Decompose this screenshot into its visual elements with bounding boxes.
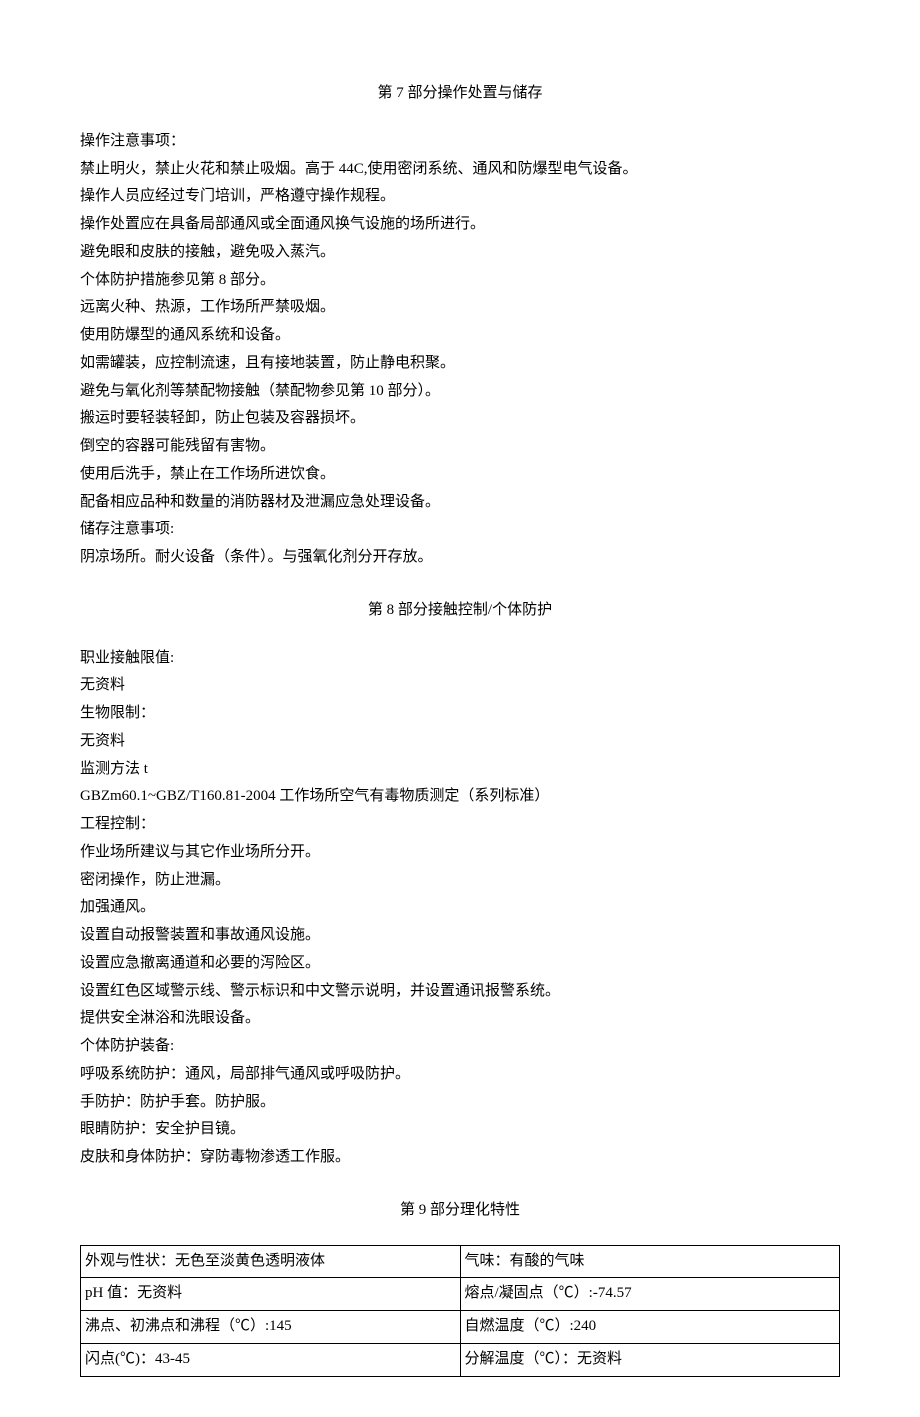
section-9-title: 第 9 部分理化特性 [80, 1197, 840, 1225]
section-8-line: 职业接触限值: [80, 645, 840, 673]
section-8-content: 职业接触限值: 无资料 生物限制： 无资料 监测方法 t GBZm60.1~GB… [80, 645, 840, 1172]
section-7-line: 远离火种、热源，工作场所严禁吸烟。 [80, 294, 840, 322]
section-8-line: 工程控制： [80, 811, 840, 839]
section-7-line: 避免眼和皮肤的接触，避免吸入蒸汽。 [80, 239, 840, 267]
section-7-line: 个体防护措施参见第 8 部分。 [80, 267, 840, 295]
table-cell: 熔点/凝固点（℃）:-74.57 [460, 1278, 840, 1311]
table-cell: 分解温度（℃）：无资料 [460, 1343, 840, 1376]
section-7-line: 禁止明火，禁止火花和禁止吸烟。高于 44C,使用密闭系统、通风和防爆型电气设备。 [80, 156, 840, 184]
table-cell: 气味：有酸的气味 [460, 1245, 840, 1278]
section-7-line: 搬运时要轻装轻卸，防止包装及容器损坏。 [80, 405, 840, 433]
section-7-line: 倒空的容器可能残留有害物。 [80, 433, 840, 461]
section-7-line: 阴凉场所。耐火设备（条件）。与强氧化剂分开存放。 [80, 544, 840, 572]
section-8-line: 无资料 [80, 672, 840, 700]
section-8-line: 无资料 [80, 728, 840, 756]
section-7-content: 操作注意事项： 禁止明火，禁止火花和禁止吸烟。高于 44C,使用密闭系统、通风和… [80, 128, 840, 572]
section-8-line: GBZm60.1~GBZ/T160.81-2004 工作场所空气有毒物质测定（系… [80, 783, 840, 811]
table-row: pH 值：无资料 熔点/凝固点（℃）:-74.57 [81, 1278, 840, 1311]
section-8-line: 设置自动报警装置和事故通风设施。 [80, 922, 840, 950]
table-cell: 闪点(℃)：43-45 [81, 1343, 461, 1376]
table-cell: 外观与性状：无色至淡黄色透明液体 [81, 1245, 461, 1278]
table-cell: 自燃温度（℃）:240 [460, 1311, 840, 1344]
section-8-line: 设置应急撤离通道和必要的泻险区。 [80, 950, 840, 978]
section-8-line: 生物限制： [80, 700, 840, 728]
section-9-table: 外观与性状：无色至淡黄色透明液体 气味：有酸的气味 pH 值：无资料 熔点/凝固… [80, 1245, 840, 1377]
section-7-line: 操作处置应在具备局部通风或全面通风换气设施的场所进行。 [80, 211, 840, 239]
section-7-line: 避免与氧化剂等禁配物接触（禁配物参见第 10 部分）。 [80, 378, 840, 406]
section-8-line: 个体防护装备: [80, 1033, 840, 1061]
table-row: 闪点(℃)：43-45 分解温度（℃）：无资料 [81, 1343, 840, 1376]
table-cell: 沸点、初沸点和沸程（℃）:145 [81, 1311, 461, 1344]
section-8-line: 作业场所建议与其它作业场所分开。 [80, 839, 840, 867]
section-7-line: 使用防爆型的通风系统和设备。 [80, 322, 840, 350]
table-row: 外观与性状：无色至淡黄色透明液体 气味：有酸的气味 [81, 1245, 840, 1278]
section-7-line: 储存注意事项: [80, 516, 840, 544]
section-8-title: 第 8 部分接触控制/个体防护 [80, 597, 840, 625]
section-7-line: 配备相应品种和数量的消防器材及泄漏应急处理设备。 [80, 489, 840, 517]
section-7-line: 操作注意事项： [80, 128, 840, 156]
section-8-line: 呼吸系统防护：通风，局部排气通风或呼吸防护。 [80, 1061, 840, 1089]
section-7-line: 操作人员应经过专门培训，严格遵守操作规程。 [80, 183, 840, 211]
section-7-line: 如需罐装，应控制流速，且有接地装置，防止静电积聚。 [80, 350, 840, 378]
section-8-line: 眼睛防护：安全护目镜。 [80, 1116, 840, 1144]
section-8-line: 手防护：防护手套。防护服。 [80, 1089, 840, 1117]
table-cell: pH 值：无资料 [81, 1278, 461, 1311]
section-8-line: 设置红色区域警示线、警示标识和中文警示说明，并设置通讯报警系统。 [80, 978, 840, 1006]
section-8-line: 皮肤和身体防护：穿防毒物渗透工作服。 [80, 1144, 840, 1172]
section-8-line: 提供安全淋浴和洗眼设备。 [80, 1005, 840, 1033]
section-7-title: 第 7 部分操作处置与储存 [80, 80, 840, 108]
section-8-line: 密闭操作，防止泄漏。 [80, 867, 840, 895]
section-8-line: 加强通风。 [80, 894, 840, 922]
section-7-line: 使用后洗手，禁止在工作场所进饮食。 [80, 461, 840, 489]
table-row: 沸点、初沸点和沸程（℃）:145 自燃温度（℃）:240 [81, 1311, 840, 1344]
section-8-line: 监测方法 t [80, 756, 840, 784]
